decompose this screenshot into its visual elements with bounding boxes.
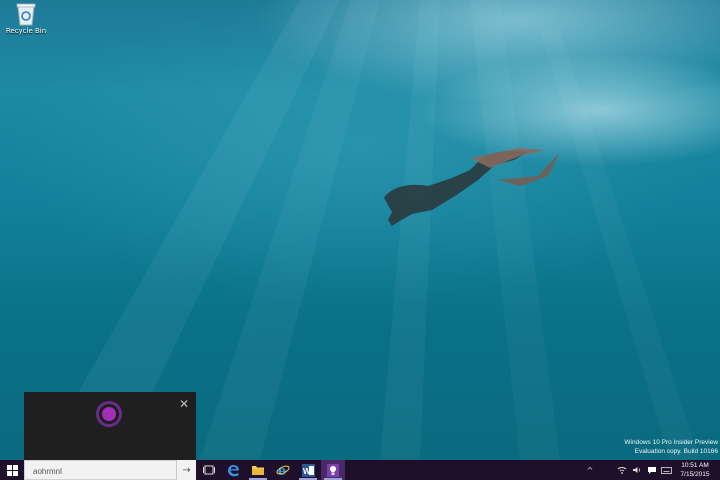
file-explorer-button[interactable] <box>246 460 270 480</box>
windows-logo-icon <box>6 464 18 476</box>
watermark-build: Evaluation copy. Build 10166 <box>634 448 718 455</box>
task-view-button[interactable] <box>197 460 221 480</box>
taskbar-clock[interactable]: 10:51 AM 7/15/2015 <box>672 460 718 480</box>
action-center-icon[interactable] <box>645 460 659 480</box>
close-icon[interactable]: ✕ <box>178 398 190 410</box>
keyboard-icon[interactable] <box>659 460 673 480</box>
word-button[interactable]: W <box>296 460 320 480</box>
cortana-search-box[interactable] <box>24 460 196 480</box>
word-icon: W <box>301 463 315 477</box>
clock-time: 10:51 AM <box>681 462 709 469</box>
desktop-wallpaper: Recycle Bin Windows 10 Pro Insider Previ… <box>0 0 720 460</box>
internet-explorer-icon: e <box>276 464 290 477</box>
cortana-circle-icon[interactable] <box>96 401 122 427</box>
recycle-bin-desktop-icon[interactable]: Recycle Bin <box>4 2 48 42</box>
task-view-icon <box>203 465 215 475</box>
arrow-right-icon: → <box>182 464 191 476</box>
internet-explorer-button[interactable]: e <box>271 460 295 480</box>
search-input[interactable] <box>33 464 173 478</box>
recycle-bin-icon <box>16 3 36 26</box>
chevron-up-icon[interactable]: ^ <box>583 460 597 480</box>
wifi-icon[interactable] <box>615 460 629 480</box>
file-explorer-icon <box>252 466 264 475</box>
volume-icon[interactable] <box>630 460 644 480</box>
cortana-dot <box>102 407 116 421</box>
watermark-edition: Windows 10 Pro Insider Preview <box>624 439 718 446</box>
edge-button[interactable] <box>221 460 245 480</box>
start-button[interactable] <box>0 460 24 480</box>
edge-icon <box>227 464 239 476</box>
wallpaper-sunrays <box>40 0 700 460</box>
search-submit-button[interactable]: → <box>176 460 196 480</box>
clock-date: 7/15/2015 <box>680 471 710 478</box>
lightbulb-app-icon <box>327 463 339 477</box>
windows-watermark: Windows 10 Pro Insider Preview Evaluatio… <box>624 438 718 456</box>
recycle-bin-label: Recycle Bin <box>5 27 47 35</box>
tray-blank <box>599 460 613 480</box>
lightbulb-app-button[interactable] <box>321 460 345 480</box>
svg-text:W: W <box>303 467 311 476</box>
